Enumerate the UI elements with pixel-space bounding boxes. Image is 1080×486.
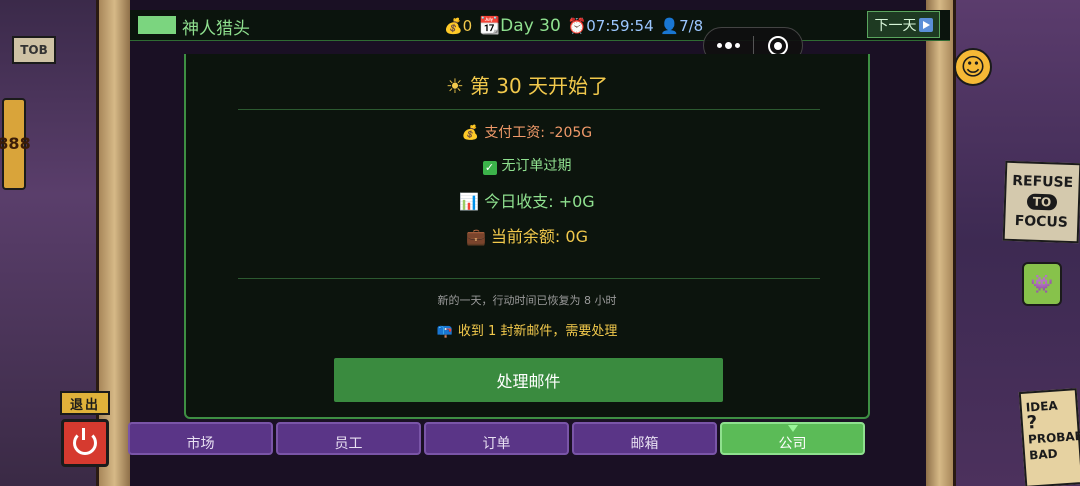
sign-probable-bad-text: PROBABLE BAD	[1027, 427, 1080, 463]
next-day-label: 下一天	[874, 17, 917, 34]
tab-market[interactable]: 市场	[128, 422, 273, 455]
divider-top	[238, 109, 820, 110]
money-bag-icon: 💰	[461, 125, 480, 141]
sign-refuse-text: REFUSE	[1011, 172, 1074, 192]
sign-888-text: 888	[0, 134, 31, 153]
more-dots-icon	[716, 43, 722, 48]
gold-counter: 💰0	[444, 17, 473, 35]
tab-orders-label: 订单	[482, 436, 511, 452]
day-summary-panel: ☀ 第 30 天开始了 💰 支付工资: -205G ✓ 无订单过期 📊 今日收支: +0…	[184, 54, 870, 419]
tab-staff[interactable]: 员工	[276, 422, 421, 455]
status-stats: 💰0 📆Day 30 ⏰07:59:54 👤7/8	[444, 16, 705, 36]
balance-text: 当前余额: 0G	[490, 227, 588, 246]
new-mail-text: 收到 1 封新邮件，需要处理	[457, 324, 618, 339]
tab-mailbox[interactable]: 邮箱	[572, 422, 717, 455]
salary-line: 💰 支付工资: -205G	[186, 122, 868, 142]
handle-mail-button[interactable]: 处理邮件	[334, 358, 723, 402]
sign-888: 888	[0, 98, 31, 190]
sign-idea: IDEA ? PROBABLE BAD	[1018, 388, 1080, 486]
no-expired-text: 无订单过期	[501, 158, 572, 174]
active-tab-indicator	[788, 425, 798, 432]
new-mail-line: 📪 收到 1 封新邮件，需要处理	[186, 320, 868, 339]
time-reset-note: 新的一天，行动时间已恢复为 8 小时	[437, 294, 617, 307]
clock-display: ⏰07:59:54	[567, 17, 654, 35]
panel-title: ☀ 第 30 天开始了	[186, 70, 868, 99]
chart-icon: 📊	[459, 192, 480, 211]
staff-counter: 👤7/8	[660, 17, 704, 35]
salary-text: 支付工资: -205G	[484, 125, 593, 141]
tab-company-label: 公司	[778, 436, 807, 452]
tab-mailbox-label: 邮箱	[630, 436, 659, 452]
exit-button[interactable]	[61, 419, 109, 467]
power-icon	[73, 428, 97, 455]
today-income-text: 今日收支: +0G	[484, 192, 595, 211]
tab-staff-label: 员工	[334, 436, 363, 452]
sign-focus-text: FOCUS	[1014, 213, 1069, 231]
target-icon	[767, 35, 788, 56]
day-counter: 📆Day 30	[479, 16, 561, 36]
play-icon	[918, 17, 933, 32]
tab-market-label: 市场	[186, 436, 215, 452]
sticker-tob: TOB	[12, 36, 56, 64]
brand-name: 神人猎头	[182, 19, 250, 39]
sun-icon: ☀	[445, 74, 464, 98]
brand-logo	[138, 16, 176, 34]
today-income-line: 📊 今日收支: +0G	[186, 188, 868, 212]
frame-right	[926, 0, 956, 486]
sign-refuse-to-focus: REFUSE TO FOCUS	[1002, 160, 1080, 244]
more-dot	[734, 43, 740, 48]
tab-orders[interactable]: 订单	[424, 422, 569, 455]
no-expired-line: ✓ 无订单过期	[186, 155, 868, 175]
exit-label: 退出	[60, 391, 110, 415]
bottom-nav: 市场 员工 订单 邮箱 公司	[128, 422, 868, 456]
balance-line: 💼 当前余额: 0G	[186, 223, 868, 247]
divider-bottom	[238, 278, 820, 279]
next-day-button[interactable]: 下一天	[867, 11, 940, 38]
monster-icon: 👾	[1022, 262, 1062, 306]
target-dot	[773, 41, 782, 50]
briefcase-icon: 💼	[466, 227, 486, 246]
smiley-icon: ☺	[954, 48, 992, 86]
sign-to-text: TO	[1026, 193, 1058, 211]
top-bar: 神人猎头 💰0 📆Day 30 ⏰07:59:54 👤7/8 下一天	[130, 10, 950, 41]
check-icon: ✓	[482, 161, 497, 175]
tab-company[interactable]: 公司	[720, 422, 865, 455]
mailbox-icon: 📪	[436, 324, 453, 339]
more-dot	[724, 42, 732, 49]
game-screen: TOB 888 ☺ REFUSE TO FOCUS 👾 IDEA ? PROBA…	[0, 0, 1080, 486]
panel-title-text: 第 30 天开始了	[469, 74, 609, 98]
